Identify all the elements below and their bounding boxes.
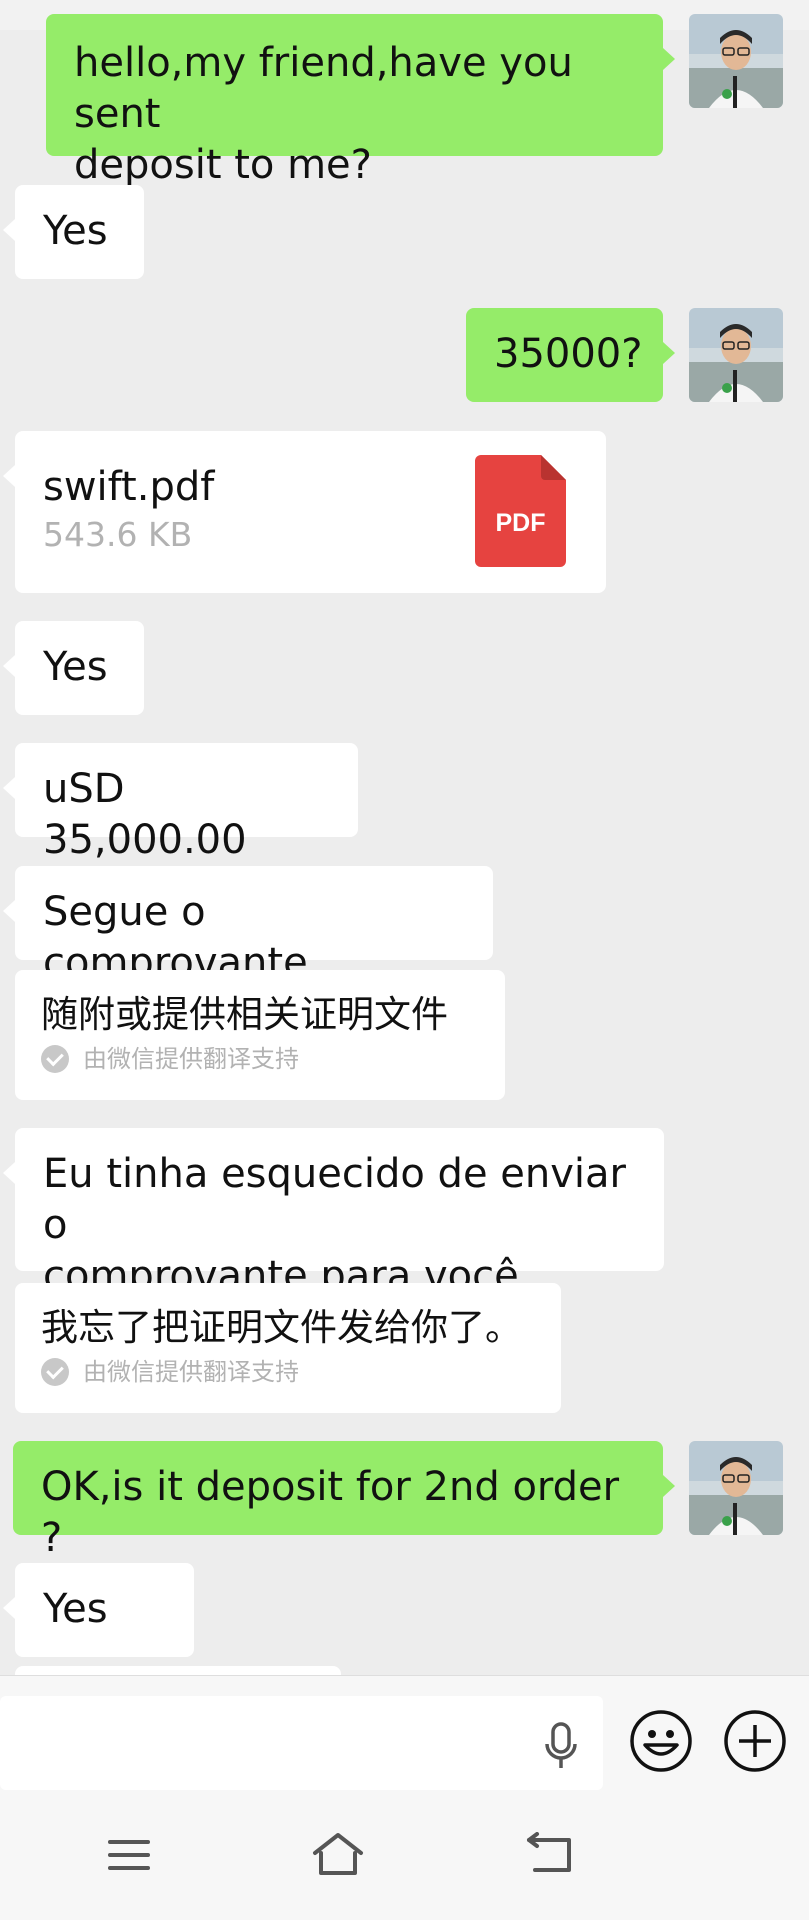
back-icon	[527, 1832, 571, 1872]
system-navigation-bar	[0, 1790, 809, 1920]
home-button[interactable]	[308, 1826, 368, 1882]
avatar-self[interactable]	[689, 1441, 783, 1535]
avatar-self[interactable]	[689, 308, 783, 402]
pdf-file-icon: PDF	[475, 455, 566, 567]
message-bubble-received[interactable]: Yes ….	[3, 1563, 194, 1675]
check-circle-icon	[41, 1358, 69, 1386]
avatar-self[interactable]	[689, 14, 783, 108]
translation-credit: 由微信提供翻译支持	[41, 1357, 533, 1387]
message-text: uSD 35,000.00	[43, 766, 247, 863]
translation-credit-text: 由微信提供翻译支持	[83, 1358, 299, 1386]
translation-text: 我忘了把证明文件发给你了。	[41, 1306, 522, 1349]
translation-text: 随附或提供相关证明文件	[41, 993, 448, 1036]
translation-bubble[interactable]: 我忘了把证明文件发给你了。 由微信提供翻译支持	[15, 1283, 561, 1413]
message-bubble-sent[interactable]: hello,my friend,have you sent deposit to…	[46, 14, 675, 188]
message-text: Yes	[43, 644, 108, 690]
menu-icon	[108, 1840, 150, 1870]
message-text: 35000?	[494, 331, 643, 377]
message-bubble-received[interactable]: Yes	[3, 621, 144, 715]
home-icon	[313, 1833, 363, 1875]
file-message-bubble[interactable]: swift.pdf 543.6 KB PDF	[3, 431, 606, 593]
message-text: Yes	[43, 208, 108, 254]
message-list[interactable]: hello,my friend,have you sent deposit to…	[0, 0, 809, 1675]
microphone-button[interactable]	[535, 1716, 587, 1776]
message-bubble-received[interactable]: Eu tinha esquecido de enviar o comprovan…	[3, 1128, 664, 1299]
message-text: hello,my friend,have you sent deposit to…	[74, 40, 573, 188]
menu-button[interactable]	[100, 1830, 158, 1880]
translation-credit: 由微信提供翻译支持	[41, 1044, 477, 1074]
avatar-photo-icon	[689, 308, 783, 402]
message-bubble-received[interactable]: Yes	[3, 185, 144, 279]
message-bubble-sent[interactable]: OK,is it deposit for 2nd order ?	[13, 1441, 675, 1561]
translation-bubble[interactable]: 随附或提供相关证明文件 由微信提供翻译支持	[15, 970, 505, 1100]
message-bubble-sent[interactable]: 35000?	[466, 308, 675, 402]
message-bubble-received[interactable]: uSD 35,000.00	[3, 743, 358, 863]
message-text: OK,is it deposit for 2nd order ?	[41, 1464, 632, 1561]
plus-button[interactable]	[722, 1708, 788, 1774]
message-bubble-received[interactable]: Segue o comprovante	[3, 866, 493, 986]
emoji-button[interactable]	[628, 1708, 694, 1774]
check-circle-icon	[41, 1045, 69, 1073]
message-input[interactable]	[0, 1696, 603, 1790]
avatar-photo-icon	[689, 14, 783, 108]
message-text: Yes ….	[43, 1586, 121, 1675]
avatar-photo-icon	[689, 1441, 783, 1535]
message-bubble-partial[interactable]	[15, 1666, 341, 1675]
emoji-icon	[630, 1710, 692, 1772]
back-button[interactable]	[520, 1826, 580, 1882]
input-bar	[0, 1675, 809, 1790]
plus-icon	[724, 1710, 786, 1772]
pdf-label: PDF	[496, 509, 546, 537]
message-text: Eu tinha esquecido de enviar o comprovan…	[43, 1151, 626, 1299]
chat-screen: hello,my friend,have you sent deposit to…	[0, 0, 809, 1920]
microphone-icon	[545, 1722, 577, 1768]
translation-credit-text: 由微信提供翻译支持	[83, 1045, 299, 1073]
